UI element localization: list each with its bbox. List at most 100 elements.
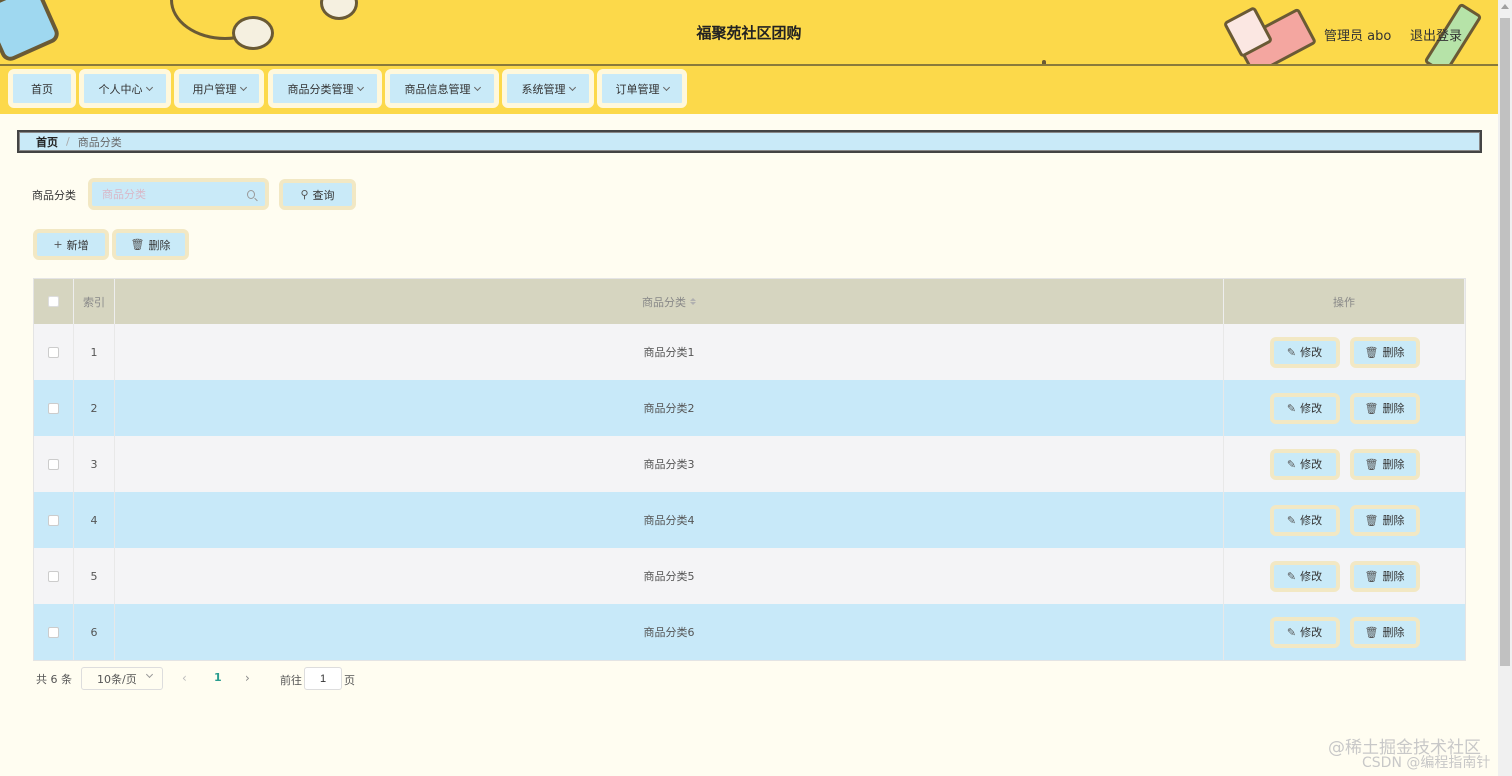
row-category-name: 商品分类1 (115, 324, 1224, 380)
nav-item-home[interactable]: 首页 (8, 69, 76, 108)
delete-button[interactable]: 🗑 删除 (1349, 616, 1420, 648)
site-title: 福聚苑社区团购 (696, 24, 802, 42)
breadcrumb-home[interactable]: 首页 (36, 134, 58, 150)
nav-item-label: 首页 (31, 82, 53, 96)
earbud-decoration (320, 0, 358, 20)
nav-item-label: 订单管理 (615, 82, 660, 96)
bulk-delete-button[interactable]: 🗑 删除 (112, 229, 189, 260)
trash-icon: 🗑 (1364, 625, 1379, 639)
row-index: 3 (74, 436, 115, 492)
chevron-down-icon (145, 83, 153, 91)
category-table: 索引 商品分类 操作 1 商品分类1 ✎ 修改 🗑 删除 2 商品分类2 ✎ 修改 🗑 删除 3 商品分类… (33, 278, 1466, 661)
sort-icon[interactable] (690, 298, 696, 305)
table-row: 6 商品分类6 ✎ 修改 🗑 删除 (34, 604, 1465, 660)
delete-button-label: 删除 (1382, 514, 1405, 527)
delete-button[interactable]: 🗑 删除 (1349, 560, 1420, 592)
row-checkbox-cell (34, 380, 74, 436)
search-label: 商品分类 (32, 189, 76, 202)
row-index: 5 (74, 548, 115, 604)
breadcrumb: 首页 / 商品分类 (17, 130, 1482, 153)
row-checkbox[interactable] (48, 402, 59, 414)
delete-button-label: 删除 (1382, 570, 1405, 583)
delete-button[interactable]: 🗑 删除 (1349, 448, 1420, 480)
nav-item-category-management[interactable]: 商品分类管理 (268, 69, 382, 108)
table-row: 1 商品分类1 ✎ 修改 🗑 删除 (34, 324, 1465, 380)
scroll-up-icon[interactable] (1501, 4, 1509, 9)
row-checkbox[interactable] (48, 514, 59, 526)
trash-icon: 🗑 (130, 238, 145, 251)
select-all-checkbox[interactable] (48, 296, 59, 307)
nav-item-label: 个人中心 (98, 82, 143, 96)
edit-button[interactable]: ✎ 修改 (1269, 560, 1340, 592)
next-page-icon[interactable]: › (245, 671, 250, 685)
row-checkbox-cell (34, 548, 74, 604)
edit-button[interactable]: ✎ 修改 (1269, 448, 1340, 480)
pagination-total: 共 6 条 (36, 673, 72, 686)
row-checkbox-cell (34, 436, 74, 492)
row-actions: ✎ 修改 🗑 删除 (1224, 492, 1465, 548)
trash-icon: 🗑 (1364, 513, 1379, 527)
search-field (88, 178, 269, 210)
nav-item-personal-center[interactable]: 个人中心 (79, 69, 171, 108)
query-button[interactable]: ⚲ 查询 (279, 179, 356, 210)
goto-page-input[interactable] (304, 667, 342, 690)
row-actions: ✎ 修改 🗑 删除 (1224, 548, 1465, 604)
edit-button-label: 修改 (1300, 402, 1323, 415)
delete-button-label: 删除 (148, 238, 171, 252)
prev-page-icon[interactable]: ‹ (182, 671, 187, 685)
row-checkbox[interactable] (48, 346, 59, 358)
table-header: 索引 商品分类 操作 (34, 279, 1465, 324)
table-body: 1 商品分类1 ✎ 修改 🗑 删除 2 商品分类2 ✎ 修改 🗑 删除 3 商品分类3 ✎ 修改 🗑 删除 4 商品分… (34, 324, 1465, 660)
edit-icon: ✎ (1286, 625, 1297, 639)
row-actions: ✎ 修改 🗑 删除 (1224, 436, 1465, 492)
row-checkbox[interactable] (48, 458, 59, 470)
scrollbar-thumb[interactable] (1500, 18, 1510, 666)
edit-button[interactable]: ✎ 修改 (1269, 504, 1340, 536)
search-icon (247, 189, 255, 199)
delete-button[interactable]: 🗑 删除 (1349, 336, 1420, 368)
row-checkbox[interactable] (48, 570, 59, 582)
row-category-name: 商品分类3 (115, 436, 1224, 492)
row-actions: ✎ 修改 🗑 删除 (1224, 604, 1465, 660)
edit-icon: ✎ (1286, 569, 1297, 583)
goto-label: 前往 (280, 674, 302, 687)
search-icon: ⚲ (300, 188, 309, 201)
row-category-name: 商品分类2 (115, 380, 1224, 436)
main-nav: 首页 个人中心 用户管理 商品分类管理 商品信息管理 系统管理 订单管理 (0, 66, 1498, 114)
delete-button[interactable]: 🗑 删除 (1349, 392, 1420, 424)
row-index: 4 (74, 492, 115, 548)
edit-button[interactable]: ✎ 修改 (1269, 616, 1340, 648)
nav-item-product-management[interactable]: 商品信息管理 (385, 69, 499, 108)
nav-item-label: 商品分类管理 (287, 82, 354, 96)
edit-icon: ✎ (1286, 513, 1297, 527)
add-button[interactable]: + 新增 (33, 229, 109, 260)
edit-button[interactable]: ✎ 修改 (1269, 336, 1340, 368)
nav-item-user-management[interactable]: 用户管理 (174, 69, 264, 108)
delete-button[interactable]: 🗑 删除 (1349, 504, 1420, 536)
nav-item-label: 商品信息管理 (404, 82, 471, 96)
edit-icon: ✎ (1286, 401, 1297, 415)
current-page-number[interactable]: 1 (214, 671, 222, 684)
edit-button-label: 修改 (1300, 346, 1323, 359)
column-header-name[interactable]: 商品分类 (115, 279, 1224, 324)
column-header-index: 索引 (74, 279, 115, 324)
row-category-name: 商品分类6 (115, 604, 1224, 660)
delete-button-label: 删除 (1382, 626, 1405, 639)
nav-item-system-management[interactable]: 系统管理 (502, 69, 594, 108)
edit-button[interactable]: ✎ 修改 (1269, 392, 1340, 424)
nav-item-order-management[interactable]: 订单管理 (597, 69, 687, 108)
row-category-name: 商品分类4 (115, 492, 1224, 548)
table-row: 3 商品分类3 ✎ 修改 🗑 删除 (34, 436, 1465, 492)
nav-item-label: 系统管理 (521, 82, 566, 96)
chevron-down-icon (356, 83, 364, 91)
row-index: 1 (74, 324, 115, 380)
chevron-down-icon (473, 83, 481, 91)
logout-link[interactable]: 退出登录 (1410, 25, 1462, 44)
row-checkbox[interactable] (48, 626, 59, 638)
search-input[interactable] (102, 187, 247, 201)
plus-icon: + (53, 238, 63, 251)
header-checkbox-cell (34, 279, 74, 324)
page-size-select[interactable]: 10条/页 (81, 667, 163, 690)
edit-icon: ✎ (1286, 457, 1297, 471)
row-checkbox-cell (34, 324, 74, 380)
